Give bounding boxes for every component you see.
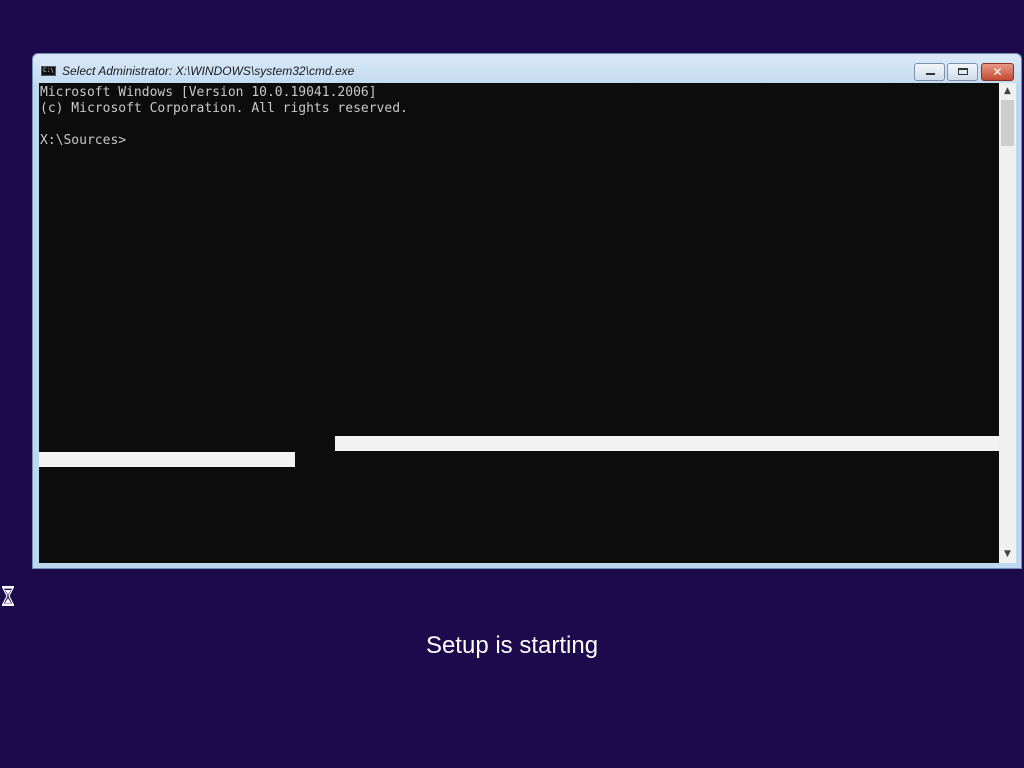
title-bar[interactable]: C:\ Select Administrator: X:\WINDOWS\sys…: [33, 54, 1021, 84]
console-output[interactable]: Microsoft Windows [Version 10.0.19041.20…: [39, 83, 999, 563]
maximize-button[interactable]: [947, 63, 978, 81]
render-artifact: [39, 452, 295, 467]
hourglass-icon: [2, 586, 14, 606]
cmd-window[interactable]: C:\ Select Administrator: X:\WINDOWS\sys…: [32, 53, 1022, 569]
window-title: Select Administrator: X:\WINDOWS\system3…: [62, 64, 355, 78]
scroll-thumb[interactable]: [1001, 100, 1014, 146]
close-button[interactable]: ✕: [981, 63, 1014, 81]
setup-background: C:\ Select Administrator: X:\WINDOWS\sys…: [0, 0, 1024, 768]
console-line: (c) Microsoft Corporation. All rights re…: [40, 101, 408, 116]
command-prompt[interactable]: X:\Sources>: [40, 133, 126, 149]
close-icon: ✕: [992, 65, 1003, 79]
vertical-scrollbar[interactable]: ▲ ▼: [999, 83, 1016, 563]
cmd-icon[interactable]: C:\: [41, 66, 56, 76]
maximize-icon: [958, 68, 968, 75]
setup-status-text: Setup is starting: [425, 632, 599, 659]
scroll-up-icon[interactable]: ▲: [999, 83, 1016, 100]
scroll-down-icon[interactable]: ▼: [999, 546, 1016, 563]
minimize-button[interactable]: [914, 63, 945, 81]
console-line: Microsoft Windows [Version 10.0.19041.20…: [40, 85, 377, 100]
render-artifact: [335, 436, 999, 451]
minimize-icon: [926, 73, 935, 75]
